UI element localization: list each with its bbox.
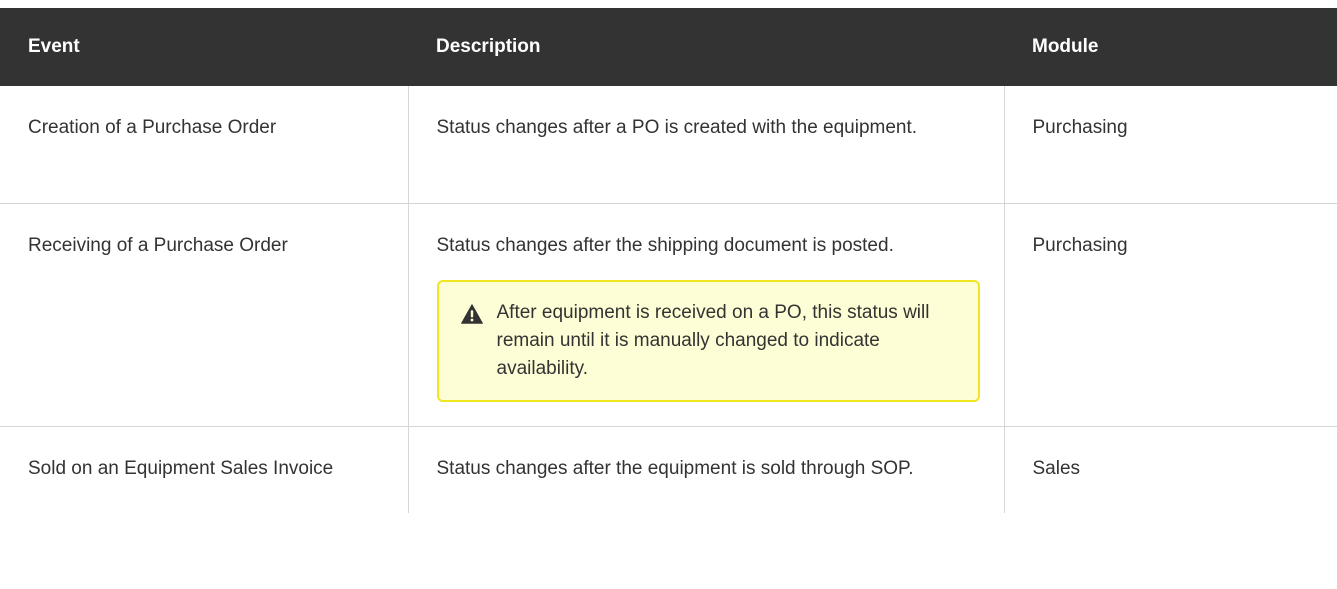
table-row: Sold on an Equipment Sales Invoice Statu… bbox=[0, 426, 1337, 513]
module-cell: Purchasing bbox=[1004, 203, 1337, 427]
module-cell: Purchasing bbox=[1004, 86, 1337, 204]
module-cell: Sales bbox=[1032, 458, 1081, 479]
column-header-event: Event bbox=[28, 36, 80, 57]
table-row: Receiving of a Purchase Order Status cha… bbox=[0, 203, 1337, 427]
description-text: Status changes after the shipping docume… bbox=[436, 235, 894, 256]
event-cell: Receiving of a Purchase Order bbox=[0, 203, 409, 427]
header-row: Event Description Module bbox=[0, 8, 1337, 86]
warning-note-text: After equipment is received on a PO, thi… bbox=[496, 302, 930, 379]
description-cell: Status changes after the equipment is so… bbox=[408, 426, 1005, 513]
column-header-description: Description bbox=[436, 36, 541, 57]
table-header: Event Description Module bbox=[0, 8, 1337, 86]
description-cell: Status changes after a PO is created wit… bbox=[408, 86, 1005, 204]
description-cell: Status changes after the shipping docume… bbox=[408, 203, 1005, 427]
column-header-module: Module bbox=[1032, 36, 1099, 57]
event-cell: Sold on an Equipment Sales Invoice bbox=[0, 426, 409, 513]
table-body: Creation of a Purchase Order Status chan… bbox=[0, 86, 1337, 513]
document-page: Event Description Module Creation of a P… bbox=[0, 0, 1337, 589]
status-events-table: Event Description Module Creation of a P… bbox=[0, 8, 1337, 513]
event-cell: Creation of a Purchase Order bbox=[0, 86, 409, 204]
table-row: Creation of a Purchase Order Status chan… bbox=[0, 86, 1337, 204]
warning-note: After equipment is received on a PO, thi… bbox=[436, 280, 980, 402]
warning-icon bbox=[460, 304, 483, 324]
